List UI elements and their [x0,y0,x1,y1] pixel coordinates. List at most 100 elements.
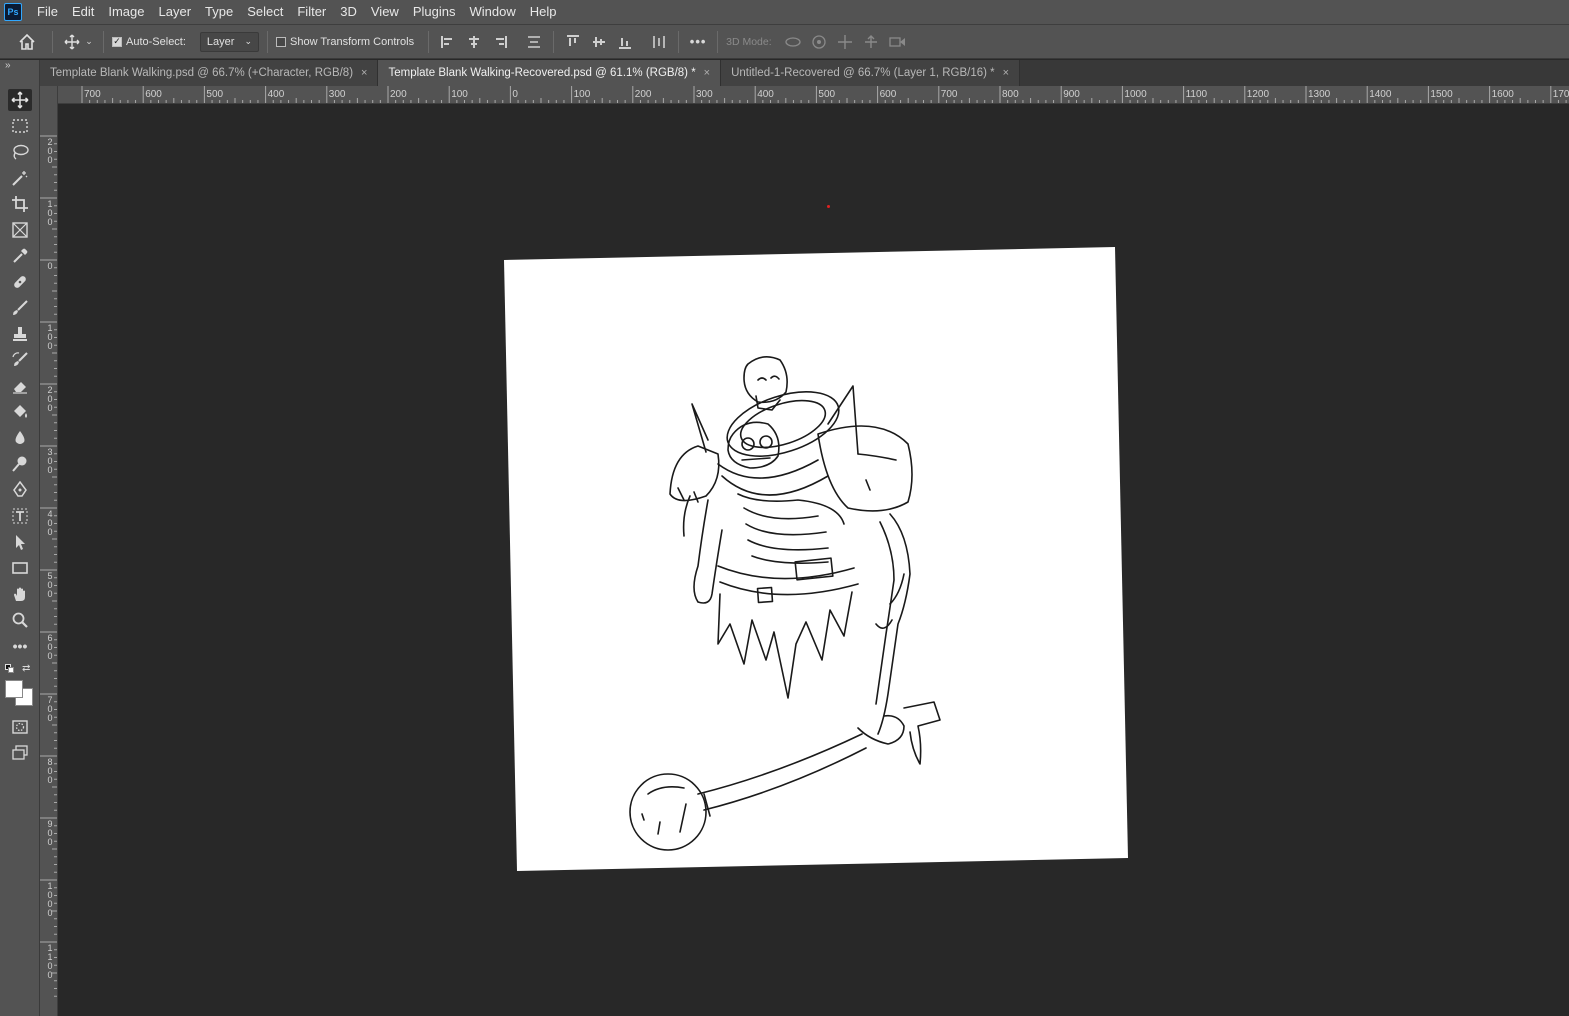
align-left-icon[interactable] [437,30,459,54]
menu-type[interactable]: Type [198,0,240,24]
ruler-label: 3 0 0 [47,447,53,475]
history-brush-icon[interactable] [8,349,32,371]
blur-tool-icon[interactable] [8,427,32,449]
vertical-ruler[interactable]: 2 0 0 1 0 0 0 1 0 0 2 0 0 3 0 0 4 0 0 5 0 0 6 0 … [40,86,58,1016]
auto-select-checkbox[interactable]: ✓ Auto-Select: [112,36,186,48]
ruler-label: 1400 [1369,89,1392,100]
document-tab-template-blank-walking[interactable]: Template Blank Walking.psd @ 66.7% (+Cha… [40,60,379,86]
menu-help[interactable]: Help [523,0,564,24]
document-tab-untitled-1-recovered[interactable]: Untitled-1-Recovered @ 66.7% (Layer 1, R… [721,60,1021,86]
eraser-tool-icon[interactable] [8,375,32,397]
ruler-label: 1 1 0 0 [47,943,53,980]
pen-tool-icon[interactable] [8,479,32,501]
3d-scale-camera-icon[interactable] [886,30,908,54]
tools-panel: » ••• ⇄ [0,60,40,1016]
more-options-button[interactable]: ••• [687,30,709,54]
eyedropper-icon[interactable] [8,245,32,267]
ruler-label: 500 [818,89,836,100]
horizontal-ruler[interactable]: 700 600 500 400 300 200 100 0 100 200 300 400 500 600… [58,86,1569,104]
close-icon[interactable]: × [361,67,367,79]
ruler-label: 6 0 0 [47,633,53,661]
menu-select[interactable]: Select [240,0,290,24]
default-colors-icon[interactable] [5,664,15,674]
type-tool-icon[interactable] [8,505,32,527]
rectangular-marquee-icon[interactable] [8,115,32,137]
auto-select-label: Auto-Select: [126,35,186,48]
brush-tool-icon[interactable] [8,297,32,319]
swap-colors-icon[interactable]: ⇄ [22,663,30,674]
show-transform-controls-checkbox[interactable]: Show Transform Controls [276,36,414,48]
ruler-label: 2 0 0 [47,385,53,413]
close-icon[interactable]: × [1003,67,1009,79]
ruler-label: 1 0 0 [47,199,53,227]
3d-mode-label: 3D Mode: [726,35,772,48]
menu-file[interactable]: File [30,0,65,24]
options-bar: ⌄ ✓ Auto-Select: Layer ⌄ Show Transform … [0,24,1569,59]
magic-wand-icon[interactable] [8,167,32,189]
healing-brush-icon[interactable] [8,271,32,293]
3d-roll-icon[interactable] [808,30,830,54]
menu-image[interactable]: Image [101,0,151,24]
close-icon[interactable]: × [704,67,710,79]
3d-orbit-icon[interactable] [782,30,804,54]
ruler-label: 1200 [1246,89,1270,100]
move-tool-preset-icon[interactable] [61,30,83,54]
ruler-label: 1000 [1124,89,1147,100]
hand-tool-icon[interactable] [8,583,32,605]
menu-edit[interactable]: Edit [65,0,101,24]
lasso-tool-icon[interactable] [8,141,32,163]
distribute-horizontal-icon[interactable] [648,30,670,54]
align-right-icon[interactable] [489,30,511,54]
photoshop-logo[interactable]: Ps [4,3,22,21]
align-bottom-icon[interactable] [614,30,636,54]
rectangle-tool-icon[interactable] [8,557,32,579]
ruler-ticks [81,86,1567,103]
distribute-vertical-icon[interactable] [523,30,545,54]
clone-stamp-icon[interactable] [8,323,32,345]
menu-view[interactable]: View [364,0,406,24]
ruler-label: 600 [879,89,897,100]
ruler-label: 600 [145,89,162,100]
canvas-area[interactable] [58,104,1569,1016]
3d-pan-icon[interactable] [834,30,856,54]
crop-tool-icon[interactable] [8,193,32,215]
document-tab-template-blank-walking-recovered[interactable]: Template Blank Walking-Recovered.psd @ 6… [378,60,722,86]
align-top-icon[interactable] [562,30,584,54]
foreground-color-swatch[interactable] [5,680,23,698]
edit-toolbar-button[interactable]: ••• [8,635,32,657]
menu-layer[interactable]: Layer [152,0,199,24]
paint-bucket-icon[interactable] [8,401,32,423]
separator [428,30,430,53]
menu-window[interactable]: Window [462,0,522,24]
zoom-tool-icon[interactable] [8,609,32,631]
ruler-label: 2 0 0 [47,137,53,165]
auto-select-target-dropdown[interactable]: Layer ⌄ [199,31,259,52]
chevron-down-icon[interactable]: ⌄ [83,30,95,54]
home-icon[interactable] [16,30,38,54]
align-vertical-center-icon[interactable] [588,30,610,54]
ruler-label: 8 0 0 [47,757,53,785]
ruler-label: 100 [573,89,591,100]
document-canvas[interactable] [58,104,1569,1016]
ruler-label: 700 [84,89,101,100]
ruler-label: 1500 [1430,89,1453,100]
collapse-panel-button[interactable]: » [5,60,11,71]
ruler-label: 1600 [1491,89,1514,100]
3d-slide-icon[interactable] [860,30,882,54]
ruler-label: 1 0 0 [47,323,53,351]
menu-plugins[interactable]: Plugins [406,0,463,24]
ruler-label: 200 [634,89,652,100]
menu-filter[interactable]: Filter [290,0,333,24]
path-selection-icon[interactable] [8,531,32,553]
checkbox-empty-icon[interactable] [276,36,286,47]
ruler-label: 7 0 0 [47,695,53,723]
menu-3d[interactable]: 3D [333,0,364,24]
screen-mode-icon[interactable] [8,742,32,764]
frame-tool-icon[interactable] [8,219,32,241]
checkbox-checked-icon[interactable]: ✓ [112,36,122,47]
align-horizontal-center-icon[interactable] [463,30,485,54]
menu-bar: Ps File Edit Image Layer Type Select Fil… [0,0,1569,24]
dodge-tool-icon[interactable] [8,453,32,475]
move-tool-icon[interactable] [8,89,32,111]
quick-mask-icon[interactable] [8,716,32,738]
